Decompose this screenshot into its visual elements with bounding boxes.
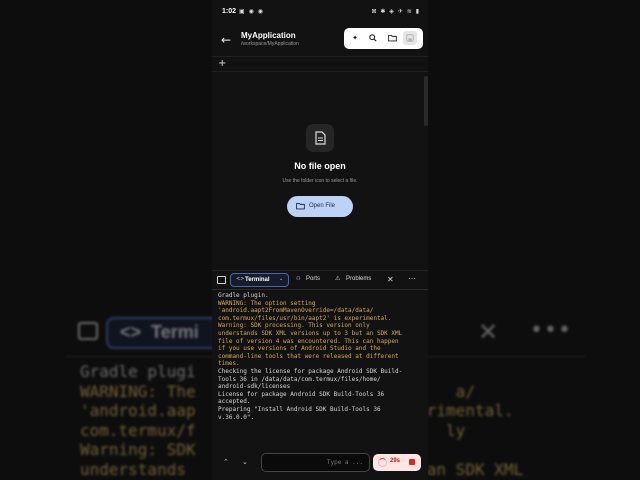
terminal-line: file of version 4 was encountered. This …	[218, 337, 399, 345]
project-path: /workspace/MyApplication	[241, 41, 299, 47]
more-options-button[interactable]: ⋯	[408, 274, 416, 283]
elapsed-time: 29s	[390, 458, 401, 464]
terminal-line: WARNING: The option setting	[218, 299, 316, 307]
back-button[interactable]: ←	[218, 32, 234, 48]
terminal-line: Tools 36 in /data/data/com.termux/files/…	[218, 375, 381, 383]
open-file-label: Open File	[309, 203, 336, 209]
background-more-icon: •••	[530, 318, 572, 343]
tab-ports[interactable]: ⚇ Ports	[296, 271, 326, 289]
folder-icon	[387, 35, 397, 42]
terminal-line: com.termux/files/usr/bin/aapt2' is exper…	[218, 314, 392, 322]
terminal-input-bar: ⌃ ⌄ Type a ... 29s	[212, 451, 428, 477]
status-time: 1:02	[222, 8, 237, 15]
code-icon: <>	[236, 276, 245, 282]
arrow-left-icon: ←	[220, 33, 232, 47]
search-button[interactable]	[366, 31, 380, 45]
file-icon	[315, 131, 326, 145]
project-title: MyApplication	[241, 31, 296, 40]
terminal-line: 'android.aapt2FromMavenOverride=/data/da…	[218, 307, 374, 315]
stop-button[interactable]	[409, 459, 415, 465]
close-icon: ✕	[387, 275, 394, 284]
tab-terminal[interactable]: <> Terminal ⌄	[230, 273, 289, 287]
background-terminal-label: <> Termi	[120, 322, 199, 342]
notification-icons: ▣ ◉ ◉	[239, 8, 264, 15]
tab-problems[interactable]: ⚠ Problems	[335, 271, 380, 289]
empty-subtitle: Use the folder icon to select a file.	[282, 178, 358, 184]
terminal-tab-bar: <> Terminal ⌄ ⚇ Ports ⚠ Problems ✕ ⋯	[212, 270, 428, 288]
terminal-line: if you use versions of Android Studio an…	[218, 345, 381, 353]
empty-title: No file open	[294, 161, 346, 171]
editor-scrollbar[interactable]	[424, 76, 428, 126]
spinner-icon	[378, 458, 387, 467]
save-button[interactable]	[403, 31, 417, 45]
tab-problems-label: Problems	[346, 276, 372, 282]
more-icon: ⋯	[408, 274, 416, 283]
command-input[interactable]: Type a ...	[261, 453, 370, 472]
folder-icon	[296, 203, 305, 210]
terminal-line: command-line tools that were released at…	[218, 352, 399, 360]
search-icon	[369, 34, 377, 42]
terminal-line: accepted.	[218, 398, 251, 406]
warning-icon: ⚠	[335, 275, 341, 282]
history-up-button[interactable]: ⌃	[223, 458, 229, 466]
file-icon-container	[306, 124, 334, 152]
status-bar: 1:02 ▣ ◉ ◉ ⊠ ✱ ◈ ✈ ≋ ▮	[212, 6, 428, 20]
system-status-icons: ⊠ ✱ ◈ ✈ ≋ ▮	[371, 8, 420, 15]
tab-terminal-label: Terminal	[245, 277, 270, 283]
terminal-line: Preparing "Install Android SDK Build-Too…	[218, 405, 381, 413]
chevron-down-icon: ⌄	[279, 276, 284, 282]
chevron-down-icon: ⌄	[242, 458, 248, 466]
running-task-indicator: 29s	[373, 454, 421, 471]
terminal-line: understands SDK XML versions up to 3 but…	[218, 329, 403, 337]
terminal-line: License for package Android SDK Build-To…	[218, 390, 385, 398]
terminal-line: Checking the license for package Android…	[218, 367, 403, 375]
history-down-button[interactable]: ⌄	[242, 458, 248, 466]
terminal-panel-icon[interactable]	[217, 276, 226, 284]
terminal-output[interactable]: Gradle plugin. WARNING: The option settin…	[212, 289, 428, 451]
terminal-line: android-sdk/licenses	[218, 383, 291, 391]
background-close-icon: ✕	[478, 318, 499, 346]
ports-icon: ⚇	[296, 276, 301, 282]
tab-ports-label: Ports	[306, 276, 321, 282]
chevron-up-icon: ⌃	[223, 458, 229, 466]
terminal-line: times.	[218, 360, 240, 368]
save-icon	[406, 34, 414, 42]
editor-tabs-row: +	[212, 56, 428, 72]
close-terminal-button[interactable]: ✕	[387, 275, 394, 284]
app-header: ← MyApplication /workspace/MyApplication…	[212, 24, 428, 56]
background-terminal-icon	[78, 322, 98, 340]
open-file-button[interactable]: Open File	[287, 196, 353, 217]
phone-screen: 1:02 ▣ ◉ ◉ ⊠ ✱ ◈ ✈ ≋ ▮ ← MyApplication /…	[212, 0, 428, 480]
add-tab-button[interactable]: +	[218, 58, 226, 69]
sparkles-icon: ✦	[352, 34, 358, 42]
command-placeholder: Type a ...	[326, 459, 363, 466]
terminal-line: Warning: SDK processing. This version on…	[218, 322, 370, 330]
terminal-line: Gradle plugin.	[218, 292, 269, 299]
terminal-line: v.36.0.0".	[218, 413, 255, 421]
open-folder-button[interactable]	[385, 31, 399, 45]
ai-assist-button[interactable]: ✦	[348, 31, 362, 45]
terminal-lines: Gradle plugin. WARNING: The option settin…	[218, 292, 424, 421]
editor-toolbar: ✦	[344, 28, 423, 49]
